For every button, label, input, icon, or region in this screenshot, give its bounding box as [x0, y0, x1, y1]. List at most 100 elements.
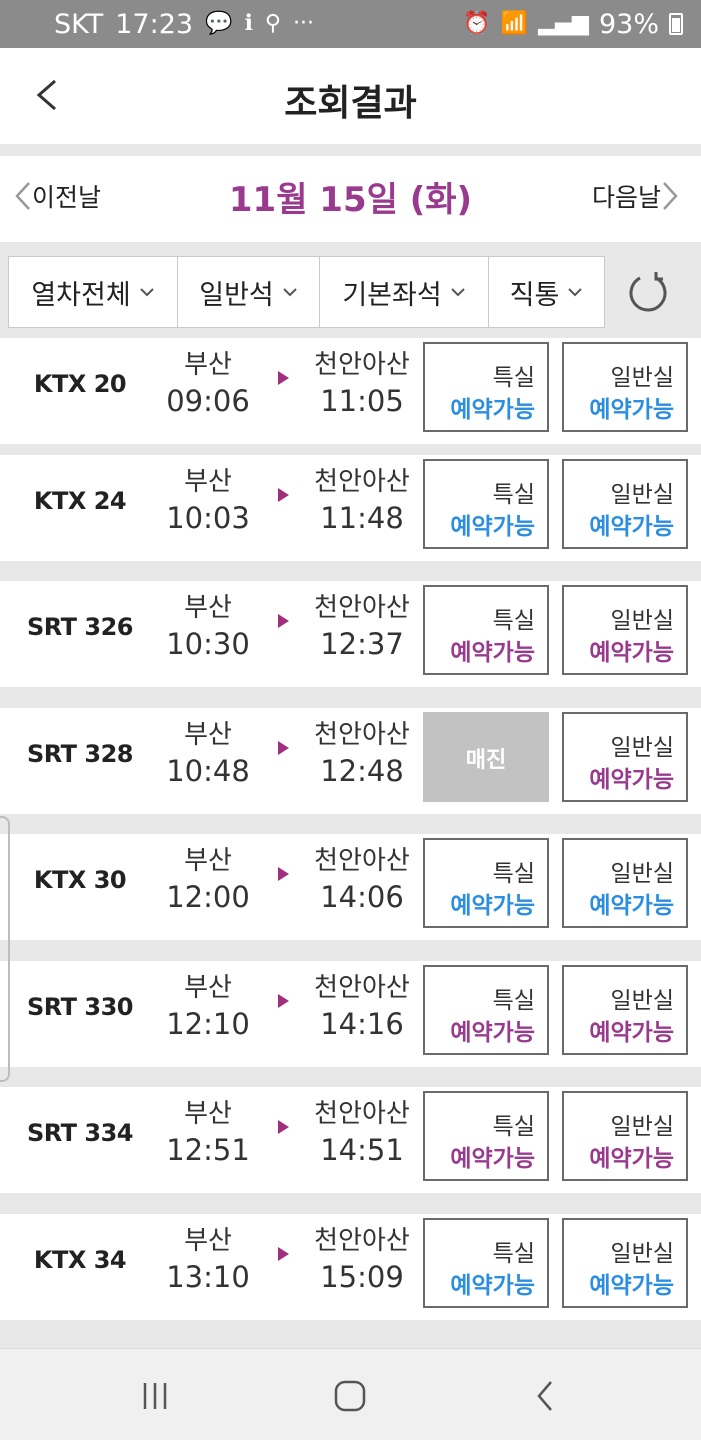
availability-label: 예약가능	[450, 397, 535, 423]
departure-station: 부산	[184, 720, 232, 750]
economy-class-button[interactable]: 일반실 예약가능	[562, 965, 688, 1055]
departure-time: 10:30	[166, 627, 250, 661]
departure-station: 부산	[184, 467, 232, 497]
seat-class-label: 특실	[492, 988, 535, 1014]
arrival-station: 천안아산	[314, 467, 410, 497]
filter-label: 직통	[509, 279, 560, 311]
train-row[interactable]: KTX 24 부산 10:03 천안아산 11:48 특실 예약가능 일반실 예…	[0, 455, 701, 561]
seat-class-label: 일반실	[610, 365, 674, 391]
departure-time: 10:48	[166, 754, 250, 788]
first-class-button[interactable]: 특실 예약가능	[423, 459, 549, 549]
economy-class-button[interactable]: 일반실 예약가능	[562, 1218, 688, 1308]
seat-class-label: 일반실	[610, 1114, 674, 1140]
arrival-time: 11:48	[320, 501, 404, 535]
departure-time: 12:00	[166, 880, 250, 914]
first-class-button[interactable]: 특실 예약가능	[423, 965, 549, 1055]
arrival-time: 11:05	[320, 384, 404, 418]
seat-class-label: 일반실	[610, 1241, 674, 1267]
economy-class-button[interactable]: 일반실 예약가능	[562, 838, 688, 928]
availability-label: 예약가능	[589, 640, 674, 666]
first-class-button[interactable]: 특실 예약가능	[423, 1091, 549, 1181]
seat-class-label: 일반실	[610, 608, 674, 634]
more-dots-icon: ···	[292, 11, 314, 36]
filter-seat-class[interactable]: 일반석	[178, 257, 320, 327]
seat-class-label: 특실	[492, 1241, 535, 1267]
page-title: 조회결과	[284, 83, 417, 124]
seat-class-label: 일반실	[610, 988, 674, 1014]
arrival-time: 14:16	[320, 1007, 404, 1041]
soldout-label: 매진	[465, 748, 507, 773]
recent-apps-button[interactable]	[135, 1379, 175, 1413]
filter-group: 열차전체 일반석 기본좌석 직통	[8, 256, 605, 328]
system-nav-bar	[0, 1348, 701, 1440]
departure-station: 부산	[184, 350, 232, 380]
train-row[interactable]: SRT 328 부산 10:48 천안아산 12:48 매진 일반실 예약가능	[0, 708, 701, 814]
chevron-down-icon	[283, 288, 297, 297]
arrow-right-icon	[278, 1247, 289, 1261]
arrival-station: 천안아산	[314, 593, 410, 623]
departure-station: 부산	[184, 1099, 232, 1129]
train-row[interactable]: SRT 326 부산 10:30 천안아산 12:37 특실 예약가능 일반실 …	[0, 581, 701, 687]
status-right: ⏰ 📶 ▂▄▆ 93%	[463, 9, 683, 40]
seat-class-label: 일반실	[610, 735, 674, 761]
train-name: KTX 30	[33, 866, 127, 894]
train-name: SRT 328	[26, 740, 134, 768]
train-row[interactable]: SRT 330 부산 12:10 천안아산 14:16 특실 예약가능 일반실 …	[0, 961, 701, 1067]
filter-train-type[interactable]: 열차전체	[9, 257, 178, 327]
seat-class-label: 특실	[492, 608, 535, 634]
chevron-down-icon	[568, 288, 583, 297]
first-class-button[interactable]: 특실 예약가능	[423, 838, 549, 928]
train-row[interactable]: KTX 20 부산 09:06 천안아산 11:05 특실 예약가능 일반실 예…	[0, 338, 701, 444]
arrival-time: 14:06	[320, 880, 404, 914]
refresh-button[interactable]	[620, 264, 676, 320]
first-class-button[interactable]: 특실 예약가능	[423, 1218, 549, 1308]
arrow-right-icon	[278, 994, 289, 1008]
arrival-station: 천안아산	[314, 973, 410, 1003]
economy-class-button[interactable]: 일반실 예약가능	[562, 585, 688, 675]
train-row[interactable]: SRT 334 부산 12:51 천안아산 14:51 특실 예약가능 일반실 …	[0, 1087, 701, 1193]
seat-class-label: 일반실	[610, 482, 674, 508]
filter-direct[interactable]: 직통	[489, 257, 604, 327]
departure-station: 부산	[184, 1226, 232, 1256]
first-class-button[interactable]: 특실 예약가능	[423, 342, 549, 432]
economy-class-button[interactable]: 일반실 예약가능	[562, 459, 688, 549]
arrow-right-icon	[278, 488, 289, 502]
battery-percent: 93%	[598, 8, 659, 40]
next-day-button[interactable]: 다음날	[592, 178, 679, 214]
availability-label: 예약가능	[589, 514, 674, 540]
economy-class-button[interactable]: 일반실 예약가능	[562, 712, 688, 802]
economy-class-button[interactable]: 일반실 예약가능	[562, 1091, 688, 1181]
train-name: KTX 34	[33, 1246, 127, 1274]
date-navigation: 이전날 11월 15일 (화) 다음날	[0, 156, 701, 242]
arrival-station: 천안아산	[314, 350, 410, 380]
departure-time: 09:06	[166, 384, 250, 418]
train-name: SRT 330	[26, 993, 134, 1021]
seat-class-label: 특실	[492, 482, 535, 508]
arrival-time: 14:51	[320, 1133, 404, 1167]
train-row[interactable]: KTX 30 부산 12:00 천안아산 14:06 특실 예약가능 일반실 예…	[0, 834, 701, 940]
arrival-station: 천안아산	[314, 1099, 410, 1129]
chat-icon: 💬	[205, 11, 233, 36]
filter-seat-type[interactable]: 기본좌석	[320, 257, 489, 327]
arrow-right-icon	[278, 867, 289, 881]
home-button[interactable]	[330, 1379, 370, 1413]
edge-panel-handle[interactable]	[0, 816, 10, 1082]
notification-icon: ℹ	[244, 11, 253, 36]
alarm-icon: ⏰	[463, 11, 491, 36]
train-list: KTX 20 부산 09:06 천안아산 11:05 특실 예약가능 일반실 예…	[0, 338, 701, 1348]
refresh-icon	[629, 272, 667, 312]
arrow-right-icon	[278, 1120, 289, 1134]
availability-label: 예약가능	[589, 1273, 674, 1299]
system-back-button[interactable]	[526, 1379, 566, 1413]
arrival-station: 천안아산	[314, 846, 410, 876]
departure-time: 10:03	[166, 501, 250, 535]
departure-station: 부산	[184, 593, 232, 623]
availability-label: 예약가능	[589, 1146, 674, 1172]
train-row[interactable]: KTX 34 부산 13:10 천안아산 15:09 특실 예약가능 일반실 예…	[0, 1214, 701, 1320]
first-class-button[interactable]: 특실 예약가능	[423, 585, 549, 675]
availability-label: 예약가능	[450, 893, 535, 919]
economy-class-button[interactable]: 일반실 예약가능	[562, 342, 688, 432]
availability-label: 예약가능	[450, 1146, 535, 1172]
arrival-time: 12:37	[320, 627, 404, 661]
arrival-time: 12:48	[320, 754, 404, 788]
